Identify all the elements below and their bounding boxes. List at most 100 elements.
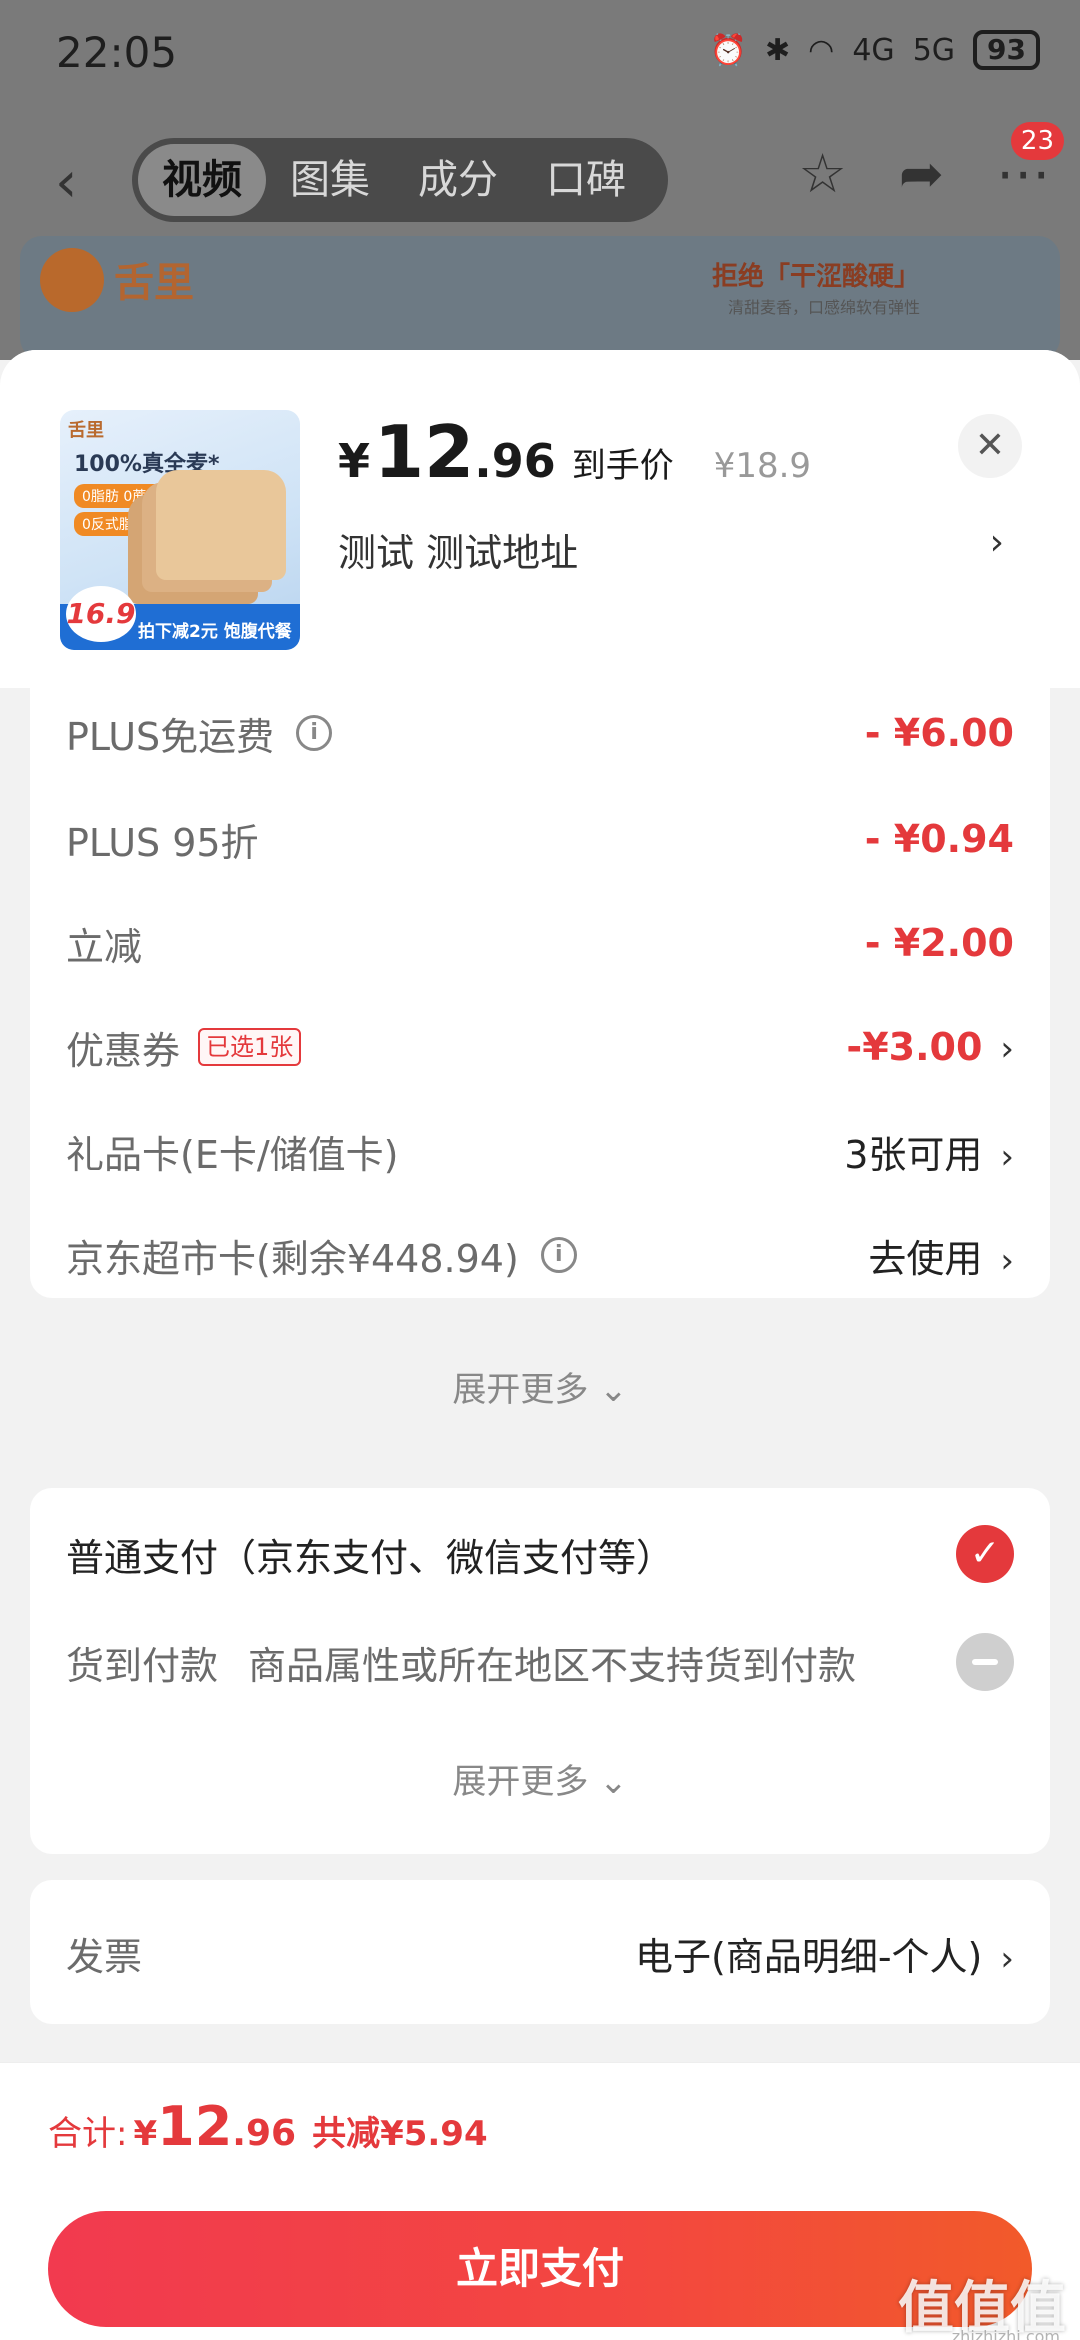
discount-value: - ¥0.94 [864, 817, 1014, 861]
expand-label: 展开更多 [452, 1370, 589, 1410]
price-symbol: ¥ [338, 434, 371, 488]
back-icon[interactable]: ‹ [55, 150, 77, 215]
invoice-value-wrap: 电子(商品明细-个人) › [635, 1926, 1014, 1981]
price-row: ¥ 12 .96 到手价 ¥18.9 [338, 410, 811, 494]
checkout-footer: 合计: ¥ 12 .96 共减¥5.94 立即支付 值值值 zhizhizhi.… [0, 2062, 1080, 2340]
coupon-value-wrap: -¥3.00 › [846, 1025, 1014, 1069]
chevron-down-icon: ⌄ [599, 1762, 628, 1802]
invoice-label: 发票 [66, 1934, 143, 1979]
product-banner: 舌里 拒绝「干涩酸硬」 清甜麦香，口感绵软有弹性 [20, 236, 1060, 360]
checkout-sheet: 舌里 100%真全麦* 0脂肪 0蔗糖 0反式脂肪酸 16.9 拍下减2元 饱腹… [0, 350, 1080, 2340]
tab-gallery[interactable]: 图集 [266, 144, 394, 216]
thumb-tag: 0脂肪 0蔗糖 [74, 484, 169, 508]
chevron-right-icon: › [1000, 1240, 1014, 1281]
supermarket-value-wrap: 去使用 › [868, 1228, 1014, 1283]
notification-badge: 23 [1010, 122, 1064, 160]
battery-indicator: 93 [973, 30, 1040, 70]
thumb-promo: 拍下减2元 饱腹代餐 [138, 622, 292, 642]
info-icon[interactable]: i [296, 715, 333, 751]
discount-label: 京东超市卡(剩余¥448.94) [66, 1236, 519, 1281]
close-button[interactable]: ✕ [958, 414, 1022, 478]
alarm-icon: ⏰ [709, 32, 748, 68]
network-4g: 4G [852, 32, 895, 68]
discount-row: PLUS 95折 - ¥0.94 [66, 804, 1014, 874]
status-icons: ⏰ ✱ ◠ 4G 5G 93 [710, 30, 1040, 70]
brand-logo-icon [40, 248, 104, 312]
coupon-selected-tag: 已选1张 [198, 1028, 302, 1066]
close-icon: ✕ [974, 425, 1006, 466]
discount-value: -¥3.00 [846, 1025, 983, 1069]
total-row: 合计: ¥ 12 .96 共减¥5.94 [48, 2095, 488, 2158]
thumb-brand: 舌里 [68, 420, 104, 441]
info-icon[interactable]: i [540, 1237, 577, 1273]
invoice-row[interactable]: 发票 电子(商品明细-个人) › [66, 1918, 1014, 1988]
tab-video[interactable]: 视频 [138, 144, 266, 216]
pay-now-button[interactable]: 立即支付 [48, 2211, 1032, 2327]
tab-ingredients[interactable]: 成分 [394, 144, 522, 216]
bluetooth-icon: ✱ [765, 32, 791, 68]
expand-label: 展开更多 [452, 1762, 589, 1802]
discount-value: - ¥6.00 [864, 711, 1014, 755]
discount-label: 立减 [66, 924, 143, 969]
price-decimal: .96 [474, 434, 556, 488]
invoice-card[interactable]: 发票 电子(商品明细-个人) › [30, 1880, 1050, 2024]
coupon-row[interactable]: 优惠券 已选1张 -¥3.00 › [66, 1012, 1014, 1082]
price-integer: 12 [374, 410, 475, 494]
chevron-right-icon: › [1000, 1136, 1014, 1177]
banner-slogan: 拒绝「干涩酸硬」 [711, 262, 920, 292]
discount-label: PLUS免运费 [66, 714, 275, 759]
total-integer: 12 [157, 2095, 233, 2158]
discount-row: PLUS免运费 i - ¥6.00 [66, 698, 1014, 768]
nav-actions: ☆ ➦ ⋯ [798, 142, 1050, 205]
address-row[interactable]: 测试 测试地址 › [338, 522, 1018, 577]
gift-card-row[interactable]: 礼品卡(E卡/储值卡) 3张可用 › [66, 1116, 1014, 1186]
network-5g: 5G [912, 32, 956, 68]
product-header: 舌里 100%真全麦* 0脂肪 0蔗糖 0反式脂肪酸 16.9 拍下减2元 饱腹… [0, 350, 1080, 688]
chevron-right-icon: › [989, 522, 1004, 563]
invoice-value: 电子(商品明细-个人) [635, 1934, 983, 1979]
supermarket-card-value: 去使用 [868, 1236, 983, 1281]
wifi-icon: ◠ [808, 32, 835, 68]
chevron-right-icon: › [1000, 1029, 1014, 1069]
total-symbol: ¥ [133, 2114, 158, 2154]
bread-image [156, 470, 286, 580]
top-navbar: ‹ 视频 图集 成分 口碑 ☆ ➦ ⋯ 23 [0, 122, 1080, 230]
total-decimal: .96 [232, 2113, 297, 2154]
chevron-down-icon: ⌄ [599, 1370, 628, 1410]
thumb-price: 16.9 [66, 586, 136, 642]
share-icon[interactable]: ➦ [899, 142, 944, 205]
discount-value: - ¥2.00 [864, 921, 1014, 965]
thumb-tag: 0反式脂肪酸 [74, 512, 169, 536]
expand-more-payment[interactable]: 展开更多 ⌄ [30, 1754, 1050, 1803]
status-time: 22:05 [56, 28, 178, 77]
address-text: 测试 测试地址 [338, 531, 579, 575]
supermarket-card-row[interactable]: 京东超市卡(剩余¥448.94) i 去使用 › [66, 1220, 1014, 1290]
payment-cod-label: 货到付款 [66, 1643, 219, 1688]
discount-card: PLUS免运费 i - ¥6.00 PLUS 95折 - ¥0.94 立减 - … [30, 688, 1050, 1298]
banner-brand: 舌里 [114, 260, 194, 306]
status-bar: 22:05 ⏰ ✱ ◠ 4G 5G 93 [0, 0, 1080, 110]
original-price: ¥18.9 [713, 446, 812, 486]
gift-card-value: 3张可用 [844, 1132, 983, 1177]
gift-card-value-wrap: 3张可用 › [844, 1124, 1014, 1179]
background-page: 22:05 ⏰ ✱ ◠ 4G 5G 93 ‹ 视频 图集 成分 口碑 ☆ ➦ ⋯… [0, 0, 1080, 360]
watermark-sub: zhizhizhi.com [951, 2327, 1060, 2340]
tab-reviews[interactable]: 口碑 [522, 144, 650, 216]
discount-label: 礼品卡(E卡/储值卡) [66, 1132, 399, 1177]
banner-sub: 清甜麦香，口感绵软有弹性 [727, 298, 920, 317]
star-icon[interactable]: ☆ [798, 142, 846, 205]
discount-label: PLUS 95折 [66, 820, 259, 865]
total-label: 合计: [48, 2114, 128, 2154]
payment-cod-note: 商品属性或所在地区不支持货到付款 [248, 1643, 857, 1688]
payment-option-normal[interactable]: 普通支付（京东支付、微信支付等） ✓ [66, 1514, 1014, 1594]
disabled-icon [956, 1633, 1014, 1691]
total-saved: 共减¥5.94 [312, 2114, 488, 2154]
product-thumbnail: 舌里 100%真全麦* 0脂肪 0蔗糖 0反式脂肪酸 16.9 拍下减2元 饱腹… [60, 410, 300, 650]
payment-card: 普通支付（京东支付、微信支付等） ✓ 货到付款 商品属性或所在地区不支持货到付款… [30, 1488, 1050, 1854]
tab-pill: 视频 图集 成分 口碑 [132, 138, 668, 222]
expand-more-discounts[interactable]: 展开更多 ⌄ [0, 1362, 1080, 1411]
discount-label: 优惠券 [66, 1028, 181, 1073]
payment-option-cod: 货到付款 商品属性或所在地区不支持货到付款 [66, 1622, 1014, 1702]
payment-normal-label: 普通支付（京东支付、微信支付等） [66, 1535, 675, 1580]
check-selected-icon[interactable]: ✓ [956, 1525, 1014, 1583]
